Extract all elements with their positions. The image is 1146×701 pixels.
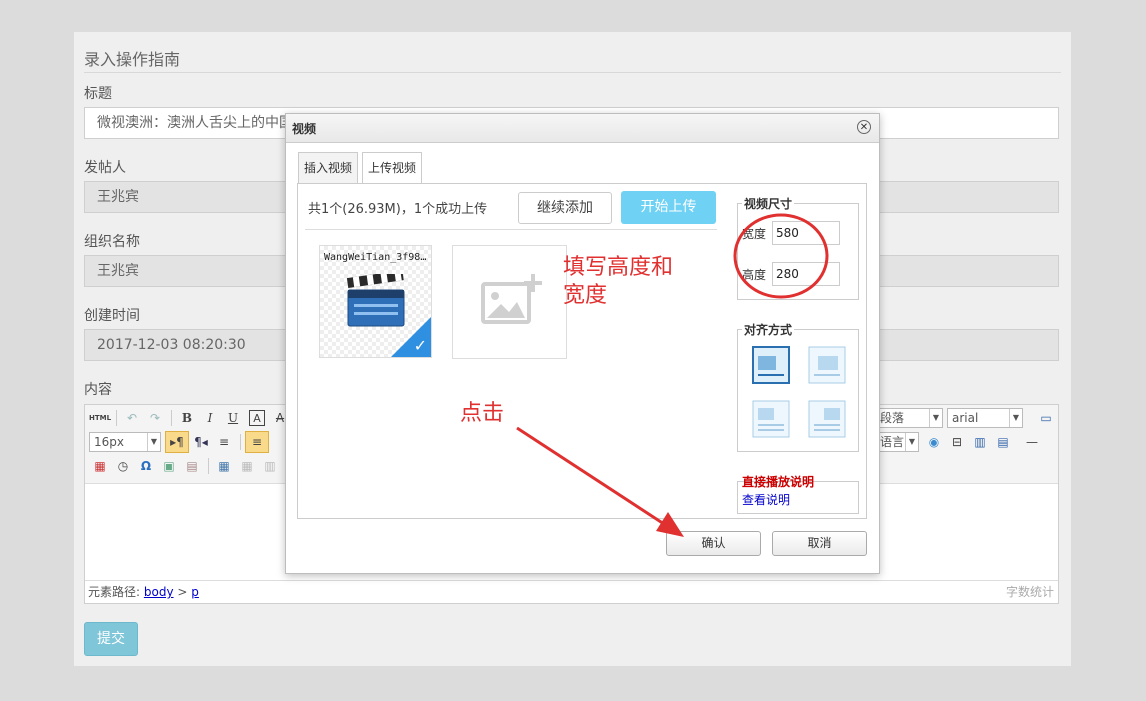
highlight-circle: [733, 213, 829, 299]
annotation-overlay: [516, 213, 829, 537]
pointer-arrow-line: [516, 426, 665, 526]
pointer-arrowhead: [656, 512, 684, 537]
